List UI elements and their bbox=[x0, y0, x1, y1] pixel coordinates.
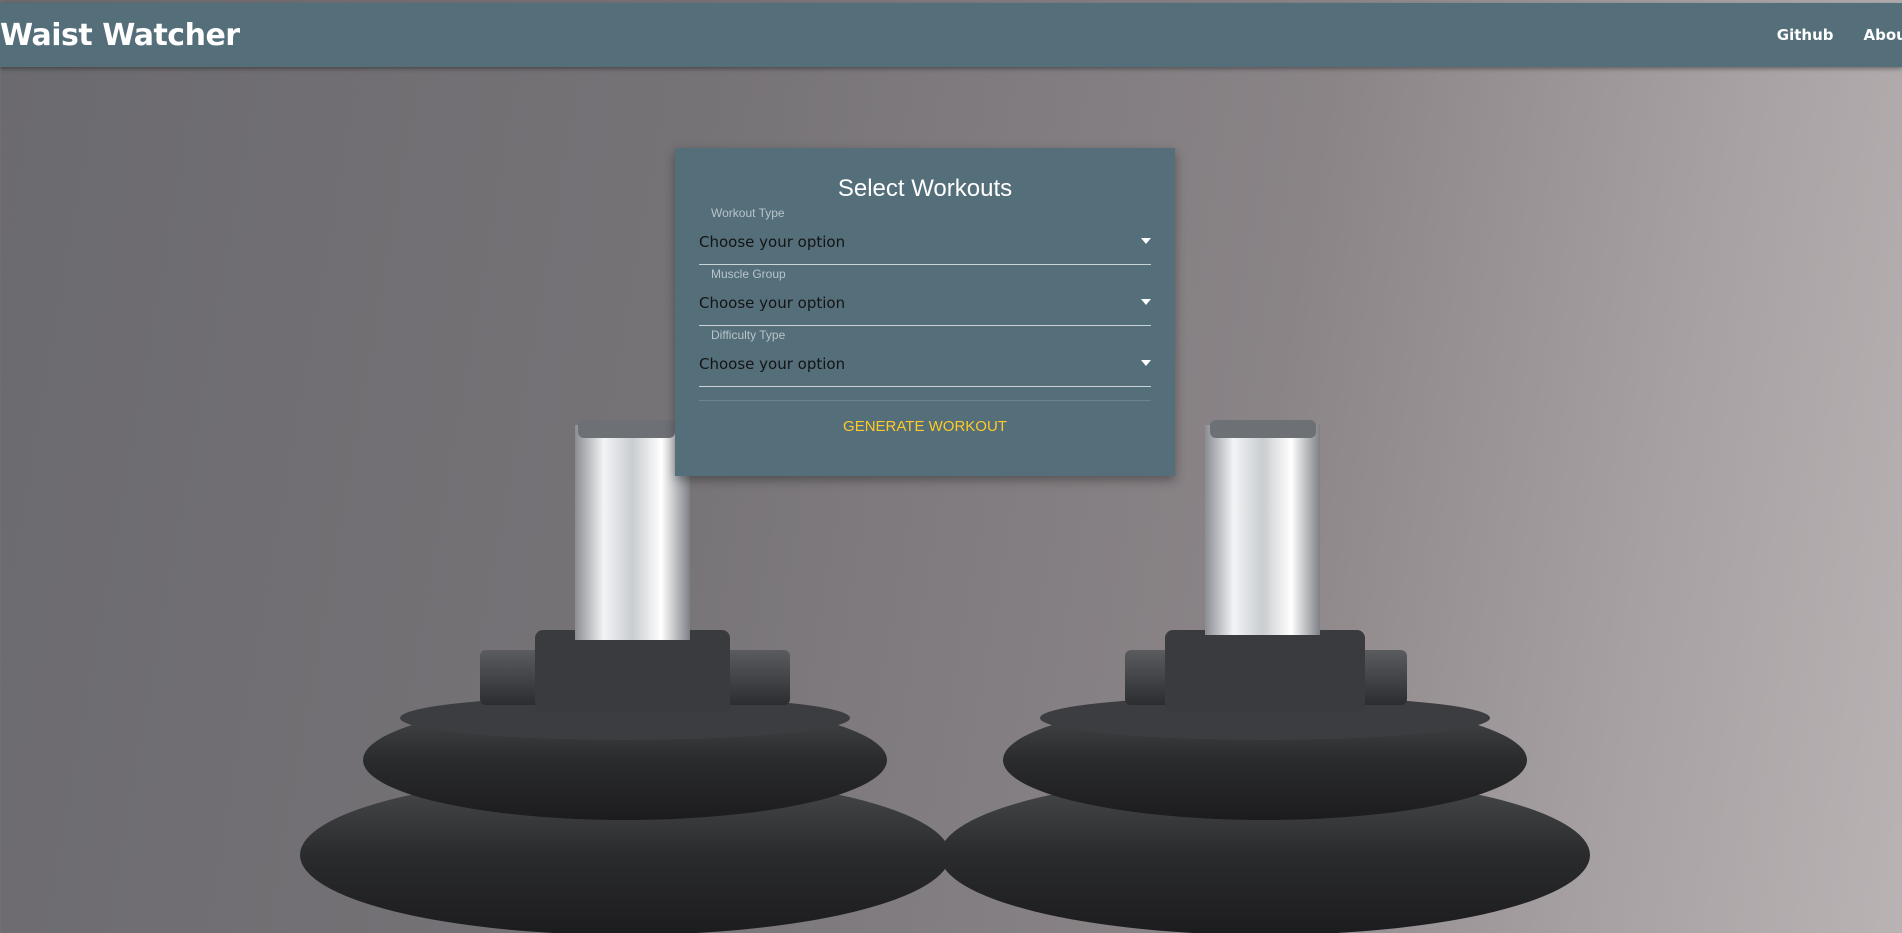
muscle-group-field: Muscle Group Choose your option bbox=[699, 265, 1151, 326]
nav-links: Github About bbox=[1777, 26, 1902, 44]
select-workouts-card: Select Workouts Workout Type Choose your… bbox=[675, 148, 1175, 476]
nav-link-about[interactable]: About bbox=[1863, 26, 1902, 44]
workout-type-select[interactable]: Choose your option bbox=[699, 221, 1151, 265]
workout-type-field: Workout Type Choose your option bbox=[699, 204, 1151, 265]
caret-down-icon bbox=[1141, 238, 1151, 244]
top-navbar: Waist Watcher Github About bbox=[0, 3, 1902, 67]
caret-down-icon bbox=[1141, 299, 1151, 305]
workout-type-label: Workout Type bbox=[711, 206, 785, 220]
muscle-group-select[interactable]: Choose your option bbox=[699, 282, 1151, 326]
muscle-group-value: Choose your option bbox=[699, 294, 846, 312]
brand-logo[interactable]: Waist Watcher bbox=[0, 18, 240, 53]
difficulty-type-value: Choose your option bbox=[699, 355, 846, 373]
card-divider bbox=[699, 400, 1151, 401]
card-title: Select Workouts bbox=[837, 175, 1013, 202]
muscle-group-label: Muscle Group bbox=[711, 267, 786, 281]
nav-link-github[interactable]: Github bbox=[1777, 26, 1834, 44]
caret-down-icon bbox=[1141, 360, 1151, 366]
generate-workout-button[interactable]: GENERATE WORKOUT bbox=[675, 418, 1175, 435]
workout-type-value: Choose your option bbox=[699, 233, 846, 251]
difficulty-type-field: Difficulty Type Choose your option bbox=[699, 326, 1151, 387]
difficulty-type-select[interactable]: Choose your option bbox=[699, 343, 1151, 387]
difficulty-type-label: Difficulty Type bbox=[711, 328, 786, 342]
